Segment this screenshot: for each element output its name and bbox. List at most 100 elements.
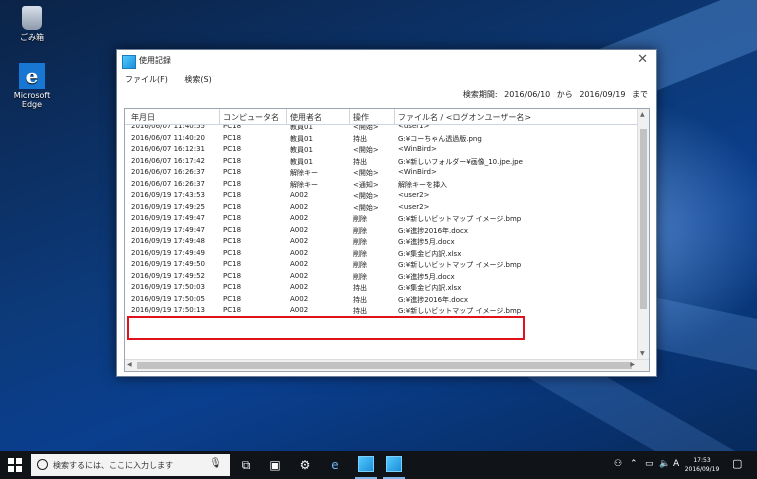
row-date: 2016/06/07 16:26:37: [131, 168, 206, 176]
table-row[interactable]: 2016/06/07 16:12:31 PC18 教員01 <開始> <WinBird>: [125, 144, 637, 156]
people-icon[interactable]: ⚇: [614, 459, 622, 469]
menu-file[interactable]: ファイル(F): [125, 72, 168, 88]
table-row[interactable]: 2016/06/07 16:17:42 PC18 教員01 持出 G:¥新しいフォルダー…: [125, 156, 637, 168]
start-button[interactable]: [8, 458, 22, 472]
row-operation: <開始>: [353, 169, 379, 177]
menu-search[interactable]: 検索(S): [184, 72, 211, 88]
store-icon[interactable]: ▣: [267, 457, 283, 473]
table-row[interactable]: 2016/09/19 17:50:13 PC18 A002 持出 G:¥新しいビットマッ…: [125, 305, 637, 317]
row-filename: G:¥集金ビ内訳.xlsx: [398, 284, 462, 292]
windows-logo-icon: [8, 458, 14, 464]
row-user: A002: [290, 214, 309, 222]
column-header-date[interactable]: 年月日: [131, 112, 155, 123]
notification-chevron-icon[interactable]: ⌃: [630, 459, 638, 469]
action-center-icon[interactable]: ▢: [732, 457, 742, 470]
volume-icon[interactable]: 🔈: [659, 459, 670, 469]
scroll-left-icon[interactable]: ◀: [127, 361, 132, 368]
column-divider: [394, 109, 395, 124]
clock[interactable]: 17:53 2016/09/19: [682, 456, 722, 474]
table-row[interactable]: 2016/09/19 17:49:47 PC18 A002 削除 G:¥新しいビットマッ…: [125, 213, 637, 225]
microphone-icon[interactable]: 🎙: [209, 458, 222, 469]
windows-logo-icon: [8, 466, 14, 472]
table-row[interactable]: 2016/09/19 17:49:47 PC18 A002 削除 G:¥進捗2016年.…: [125, 225, 637, 237]
row-operation: 持出: [353, 157, 367, 166]
row-computer: PC18: [223, 237, 242, 245]
row-operation: 削除: [353, 249, 367, 258]
scroll-down-icon[interactable]: ▼: [640, 350, 645, 357]
table-row[interactable]: 2016/09/19 17:49:49 PC18 A002 削除 G:¥集金ビ内訳.xl…: [125, 248, 637, 260]
vertical-scroll-thumb[interactable]: [640, 129, 647, 309]
period-from-word: から: [556, 90, 573, 99]
title-bar[interactable]: 使用記録 ✕: [117, 50, 656, 72]
edge-taskbar-icon[interactable]: e: [327, 457, 343, 473]
table-row[interactable]: 2016/09/19 17:50:03 PC18 A002 持出 G:¥集金ビ内訳.xl…: [125, 282, 637, 294]
row-date: 2016/09/19 17:50:13: [131, 306, 206, 314]
row-date: 2016/09/19 17:49:50: [131, 260, 206, 268]
row-date: 2016/06/07 16:26:37: [131, 179, 206, 188]
row-date: 2016/09/19 17:49:48: [131, 237, 206, 245]
menu-bar: ファイル(F) 検索(S): [117, 72, 656, 88]
row-computer: PC18: [223, 156, 242, 165]
clock-time: 17:53: [693, 457, 711, 464]
settings-gear-icon[interactable]: ⚙: [297, 457, 313, 473]
scroll-up-icon[interactable]: ▲: [640, 111, 645, 118]
row-user: A002: [290, 202, 309, 211]
vertical-scrollbar[interactable]: ▲ ▼: [637, 109, 649, 359]
second-app-icon[interactable]: [386, 456, 402, 472]
row-operation: <通知>: [353, 180, 379, 189]
search-placeholder: 検索するには、ここに入力します: [53, 461, 173, 470]
column-divider: [349, 109, 350, 124]
row-computer: PC18: [223, 145, 242, 153]
row-operation: 削除: [353, 272, 367, 281]
scroll-right-icon[interactable]: ▶: [630, 361, 635, 368]
row-computer: PC18: [223, 271, 242, 280]
row-user: A002: [290, 248, 309, 257]
row-operation: 削除: [353, 238, 367, 246]
table-row[interactable]: 2016/06/07 16:26:37 PC18 解除キー <開始> <WinBird>: [125, 167, 637, 179]
row-operation: 持出: [353, 134, 367, 143]
recycle-bin-icon: [22, 6, 42, 30]
row-user: A002: [290, 237, 309, 245]
row-computer: PC18: [223, 283, 242, 291]
row-date: 2016/09/19 17:50:03: [131, 283, 206, 291]
network-icon[interactable]: ▭: [645, 459, 654, 469]
ime-indicator[interactable]: A: [673, 459, 679, 469]
desktop-icon-edge[interactable]: e Microsoft Edge: [7, 63, 57, 109]
row-filename: <user2>: [398, 202, 430, 211]
row-computer: PC18: [223, 179, 242, 188]
clock-date: 2016/09/19: [684, 466, 720, 473]
window-title: 使用記録: [139, 56, 171, 65]
row-filename: G:¥進捗5月.docx: [398, 272, 455, 281]
row-computer: PC18: [223, 248, 242, 257]
row-operation: 持出: [353, 307, 367, 315]
table-row[interactable]: 2016/06/07 11:40:20 PC18 教員01 持出 G:¥コーちゃん透過版…: [125, 133, 637, 145]
table-row[interactable]: 2016/06/07 16:26:37 PC18 解除キー <通知> 解除キーを挿入: [125, 179, 637, 191]
usage-log-app-icon[interactable]: [358, 456, 374, 472]
row-date: 2016/06/07 11:40:20: [131, 133, 206, 142]
windows-logo-icon: [16, 466, 22, 472]
row-computer: PC18: [223, 306, 242, 314]
desktop-icon-recycle-bin[interactable]: ごみ箱: [7, 6, 57, 43]
column-header-user[interactable]: 使用者名: [290, 112, 322, 123]
row-date: 2016/06/07 16:17:42: [131, 156, 206, 165]
row-date: 2016/09/19 17:49:25: [131, 202, 206, 211]
windows-logo-icon: [16, 458, 22, 464]
horizontal-scrollbar[interactable]: ◀ ▶: [125, 359, 649, 371]
table-row[interactable]: 2016/09/19 17:49:48 PC18 A002 削除 G:¥進捗5月.doc…: [125, 236, 637, 248]
column-header-computer[interactable]: コンピュータ名: [223, 112, 279, 123]
table-row[interactable]: 2016/09/19 17:49:52 PC18 A002 削除 G:¥進捗5月.doc…: [125, 271, 637, 283]
table-row[interactable]: 2016/09/19 17:50:05 PC18 A002 持出 G:¥進捗2016年.…: [125, 294, 637, 306]
task-view-icon[interactable]: ⧉: [238, 457, 254, 473]
row-date: 2016/09/19 17:49:47: [131, 225, 206, 234]
table-row[interactable]: 2016/09/19 17:49:50 PC18 A002 削除 G:¥新しいビットマッ…: [125, 259, 637, 271]
edge-icon: e: [19, 63, 45, 89]
table-row[interactable]: 2016/09/19 17:49:25 PC18 A002 <開始> <user2>: [125, 202, 637, 214]
row-user: 解除キー: [290, 169, 318, 177]
table-row[interactable]: 2016/09/19 17:43:53 PC18 A002 <開始> <user2>: [125, 190, 637, 202]
row-user: 教員01: [290, 146, 313, 154]
close-button[interactable]: ✕: [637, 53, 648, 67]
column-header-filename[interactable]: ファイル名 / <ログオンユーザー名>: [398, 112, 531, 123]
horizontal-scroll-thumb[interactable]: [137, 362, 632, 369]
taskbar-search-box[interactable]: 検索するには、ここに入力します 🎙: [31, 454, 230, 476]
column-header-operation[interactable]: 操作: [353, 112, 369, 123]
